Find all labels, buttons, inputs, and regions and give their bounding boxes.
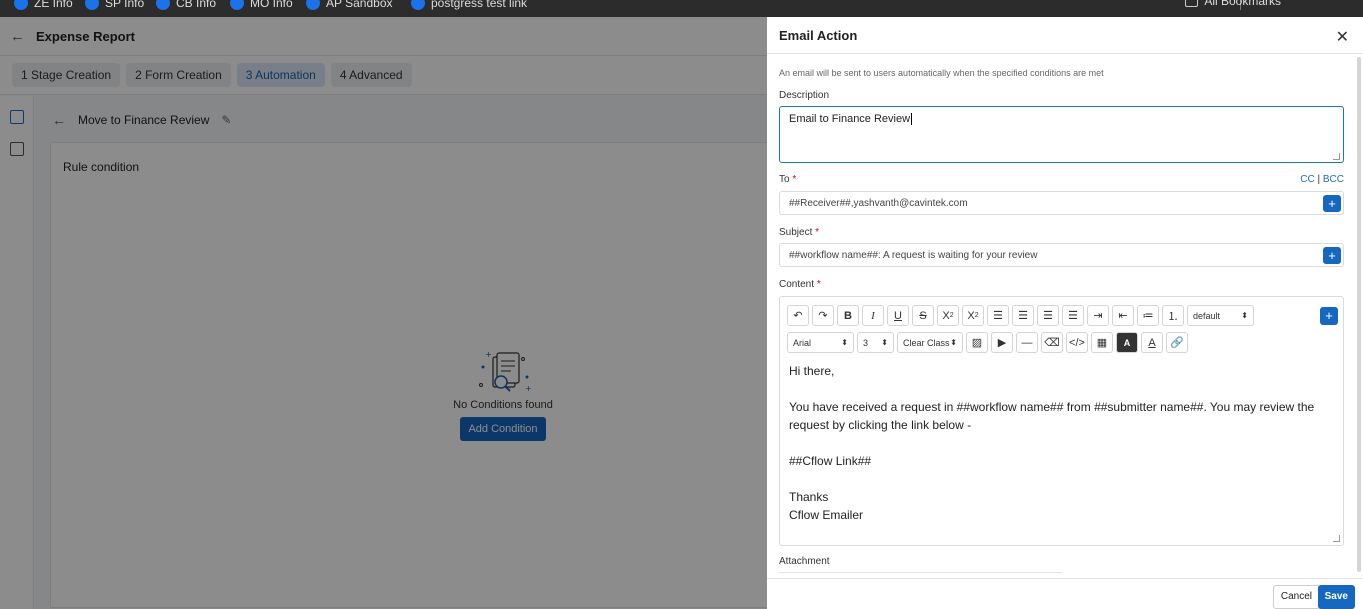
bookmark-sp-info[interactable]: SP Info <box>85 0 144 11</box>
italic-icon[interactable]: I <box>862 305 884 326</box>
bookmark-icon <box>411 0 425 10</box>
select-caret-icon: ⬍ <box>1241 311 1248 320</box>
resize-handle-icon[interactable] <box>1333 535 1340 542</box>
content-line: You have received a request in ##workflo… <box>789 400 1315 432</box>
bullet-list-icon[interactable]: ≔ <box>1137 305 1159 326</box>
content-line <box>789 470 1334 488</box>
horizontal-rule-icon[interactable]: — <box>1016 332 1038 353</box>
attachment-label: Attachment <box>779 556 830 567</box>
editor-toolbar-row-1: ↶ ↷ B I U S X2 X2 ☰ ☰ ☰ ☰ ⇥ ⇤ ≔ ⒈ defaul… <box>787 305 1254 326</box>
superscript-icon[interactable]: X2 <box>962 305 984 326</box>
resize-handle-icon[interactable] <box>1333 153 1340 160</box>
close-icon[interactable]: ✕ <box>1336 27 1349 47</box>
paragraph-format-select[interactable]: default ⬍ <box>1187 305 1254 326</box>
content-line <box>789 434 1334 452</box>
bold-icon[interactable]: B <box>837 305 859 326</box>
bookmark-icon <box>156 0 170 10</box>
save-button[interactable]: Save <box>1317 585 1355 609</box>
select-caret-icon: ⬍ <box>881 338 888 347</box>
table-icon[interactable]: ▦ <box>1091 332 1113 353</box>
content-line: ##Cflow Link## <box>789 454 872 468</box>
redo-icon[interactable]: ↷ <box>812 305 834 326</box>
bookmark-cb-info[interactable]: CB Info <box>156 0 216 11</box>
description-label: Description <box>779 90 830 101</box>
all-bookmarks[interactable]: All Bookmarks <box>1185 0 1281 8</box>
background-color-icon[interactable]: A <box>1116 332 1138 353</box>
underline-icon[interactable]: U <box>887 305 909 326</box>
cc-link[interactable]: CC <box>1300 174 1314 185</box>
font-size-select[interactable]: 3 ⬍ <box>857 332 894 353</box>
link-icon[interactable]: 🔗 <box>1166 332 1188 353</box>
font-color-icon[interactable]: A <box>1141 332 1163 353</box>
content-line <box>789 380 1334 398</box>
video-icon[interactable]: ▶ <box>991 332 1013 353</box>
bookmark-mo-info[interactable]: MO Info <box>230 0 293 11</box>
numbered-list-icon[interactable]: ⒈ <box>1162 305 1184 326</box>
subject-label: Subject * <box>779 227 820 238</box>
bookmark-ap-sandbox[interactable]: AP Sandbox <box>306 0 393 11</box>
modal-overlay[interactable] <box>0 17 767 609</box>
description-textarea[interactable]: Email to Finance Review <box>779 106 1344 163</box>
drawer-title: Email Action <box>779 27 858 43</box>
drawer-header: Email Action <box>767 17 1363 54</box>
add-placeholder-button[interactable]: + <box>1323 247 1341 264</box>
bookmark-postgress[interactable]: postgress test link <box>411 0 527 11</box>
content-line: Thanks <box>789 490 829 504</box>
divider: | <box>1317 174 1321 185</box>
text-cursor <box>911 113 913 125</box>
content-label: Content * <box>779 279 821 290</box>
align-right-icon[interactable]: ☰ <box>1037 305 1059 326</box>
drawer-scrollbar[interactable] <box>1357 57 1361 572</box>
bookmarks-bar: ZE Info SP Info CB Info MO Info AP Sandb… <box>0 0 1363 17</box>
to-field[interactable]: ##Receiver##,yashvanth@cavintek.com + <box>779 191 1344 215</box>
editor-toolbar-row-2: Arial ⬍ 3 ⬍ Clear Class ⬍ ▨ ▶ — ⌫ </> ▦ A A… <box>787 332 1188 353</box>
to-label: To * <box>779 174 797 185</box>
select-caret-icon: ⬍ <box>841 338 848 347</box>
drawer-hint: An email will be sent to users automatic… <box>779 68 1104 78</box>
bookmark-icon <box>306 0 320 10</box>
align-center-icon[interactable]: ☰ <box>1012 305 1034 326</box>
add-placeholder-button[interactable]: + <box>1323 195 1341 212</box>
undo-icon[interactable]: ↶ <box>787 305 809 326</box>
eraser-icon[interactable]: ⌫ <box>1041 332 1063 353</box>
folder-icon <box>1185 0 1199 7</box>
bookmark-icon <box>14 0 28 10</box>
subscript-icon[interactable]: X2 <box>937 305 959 326</box>
select-caret-icon: ⬍ <box>950 338 957 347</box>
outdent-icon[interactable]: ⇤ <box>1112 305 1134 326</box>
cancel-button[interactable]: Cancel <box>1272 585 1320 609</box>
font-family-select[interactable]: Arial ⬍ <box>787 332 854 353</box>
content-editor: ↶ ↷ B I U S X2 X2 ☰ ☰ ☰ ☰ ⇥ ⇤ ≔ ⒈ defaul… <box>779 296 1344 546</box>
strikethrough-icon[interactable]: S <box>912 305 934 326</box>
bookmark-icon <box>230 0 244 10</box>
content-line: Hi there, <box>789 364 835 378</box>
bcc-link[interactable]: BCC <box>1323 174 1344 185</box>
bookmark-icon <box>85 0 99 10</box>
justify-icon[interactable]: ☰ <box>1062 305 1084 326</box>
subject-field[interactable]: ##workflow name##: A request is waiting … <box>779 243 1344 267</box>
code-view-icon[interactable]: </> <box>1066 332 1088 353</box>
image-icon[interactable]: ▨ <box>966 332 988 353</box>
cc-bcc-links: CC | BCC <box>1300 174 1344 185</box>
required-mark: * <box>792 174 797 185</box>
drawer-footer: Cancel Save <box>767 578 1363 609</box>
attachment-field-edge <box>779 572 1062 573</box>
class-select[interactable]: Clear Class ⬍ <box>897 332 963 353</box>
required-mark: * <box>815 227 820 238</box>
email-action-drawer: Email Action ✕ An email will be sent to … <box>767 17 1363 609</box>
content-line: Cflow Emailer <box>789 508 864 522</box>
required-mark: * <box>816 279 821 290</box>
align-left-icon[interactable]: ☰ <box>987 305 1009 326</box>
content-body[interactable]: Hi there, You have received a request in… <box>789 362 1334 524</box>
add-placeholder-button[interactable]: + <box>1320 307 1338 325</box>
indent-icon[interactable]: ⇥ <box>1087 305 1109 326</box>
bookmark-ze-info[interactable]: ZE Info <box>14 0 73 11</box>
